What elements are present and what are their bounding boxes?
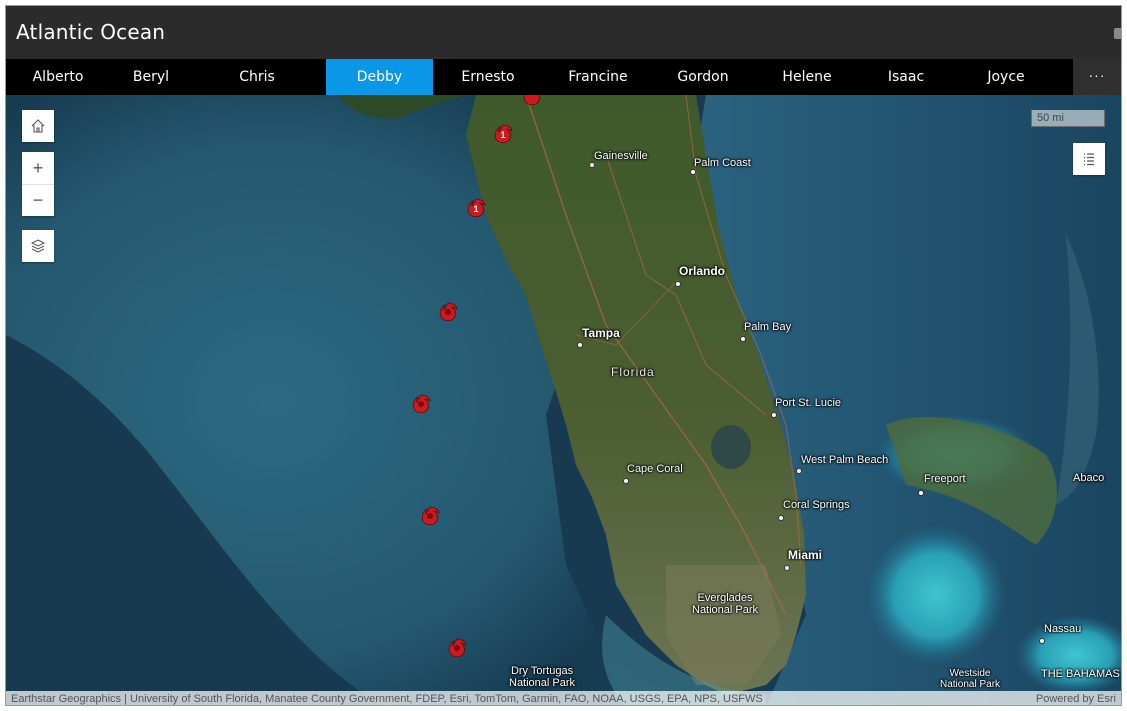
app-title: Atlantic Ocean [16,20,166,44]
home-icon [31,119,45,133]
place-port-st-lucie: Port St. Lucie [775,397,842,409]
tab-francine[interactable]: Francine [543,59,653,95]
tab-beryl[interactable]: Beryl [110,59,192,95]
tropical-storm-icon[interactable] [446,637,468,659]
legend-control [1073,143,1105,175]
tab-chris[interactable]: Chris [202,59,312,95]
city-marker [623,478,629,484]
storm-category-label: 1 [473,204,478,214]
legend-button[interactable] [1073,143,1105,175]
place-palm-coast: Palm Coast [694,157,751,169]
app-window: Atlantic Ocean Alberto Beryl Chris Debby… [5,5,1122,706]
scrollbar-handle[interactable] [1114,28,1121,39]
city-marker [589,162,595,168]
place-palm-bay: Palm Bay [744,321,792,333]
title-bar: Atlantic Ocean [6,6,1121,59]
place-westside: Westside National Park [940,668,1001,690]
hurricane-icon[interactable] [521,95,543,107]
city-marker [675,281,681,287]
place-the-bahamas: THE BAHAMAS [1041,668,1120,680]
tab-gordon[interactable]: Gordon [653,59,753,95]
place-gainesville: Gainesville [594,150,648,162]
tropical-storm-icon[interactable] [419,505,441,527]
place-west-palm-beach: West Palm Beach [801,454,889,466]
satellite-basemap [6,95,1121,705]
place-freeport: Freeport [924,473,966,485]
scale-bar: 50 mi [1031,110,1105,127]
place-miami: Miami [788,548,823,562]
city-marker [778,515,784,521]
more-tabs-button[interactable]: ··· [1073,59,1121,95]
place-dry-tortugas: Dry Tortugas National Park [509,665,576,689]
place-abaco: Abaco [1073,472,1105,484]
home-button[interactable] [22,110,54,142]
place-coral-springs: Coral Springs [783,499,850,511]
city-marker [690,169,696,175]
layers-control [22,230,54,262]
map-view[interactable]: + − 50 mi Gainesville Palm Coast Orlando… [6,95,1121,705]
city-marker [918,490,924,496]
place-orlando: Orlando [679,264,726,278]
tab-helene[interactable]: Helene [753,59,861,95]
storm-tab-bar: Alberto Beryl Chris Debby Ernesto Franci… [6,59,1121,95]
layers-icon [30,239,46,253]
tropical-storm-icon[interactable] [437,301,459,323]
hurricane-icon[interactable]: 1 [465,197,487,219]
zoom-control: + − [22,152,54,216]
plus-icon: + [32,157,44,178]
map-attribution: Earthstar Geographics | University of So… [6,691,1121,705]
place-cape-coral: Cape Coral [627,463,683,475]
city-marker [1039,638,1045,644]
zoom-in-button[interactable]: + [22,152,54,184]
legend-list-icon [1084,153,1094,166]
layer-list-button[interactable] [22,230,54,262]
minus-icon: − [32,190,44,210]
zoom-out-button[interactable]: − [22,184,54,216]
city-marker [577,342,583,348]
tab-isaac[interactable]: Isaac [861,59,951,95]
tab-ernesto[interactable]: Ernesto [433,59,543,95]
storm-category-label: 1 [500,130,505,140]
city-marker [771,412,777,418]
city-marker [796,468,802,474]
place-tampa: Tampa [582,326,620,340]
hurricane-icon[interactable]: 1 [492,123,514,145]
tab-joyce[interactable]: Joyce [951,59,1061,95]
tab-alberto[interactable]: Alberto [6,59,110,95]
tropical-storm-icon[interactable] [410,393,432,415]
tab-debby[interactable]: Debby [326,59,433,95]
powered-by-esri[interactable]: Powered by Esri [1036,691,1116,705]
city-marker [740,336,746,342]
place-everglades: Everglades National Park [692,592,759,616]
city-marker [784,565,790,571]
place-nassau: Nassau [1044,623,1082,635]
home-control [22,110,54,142]
place-florida: Florida [611,365,655,379]
